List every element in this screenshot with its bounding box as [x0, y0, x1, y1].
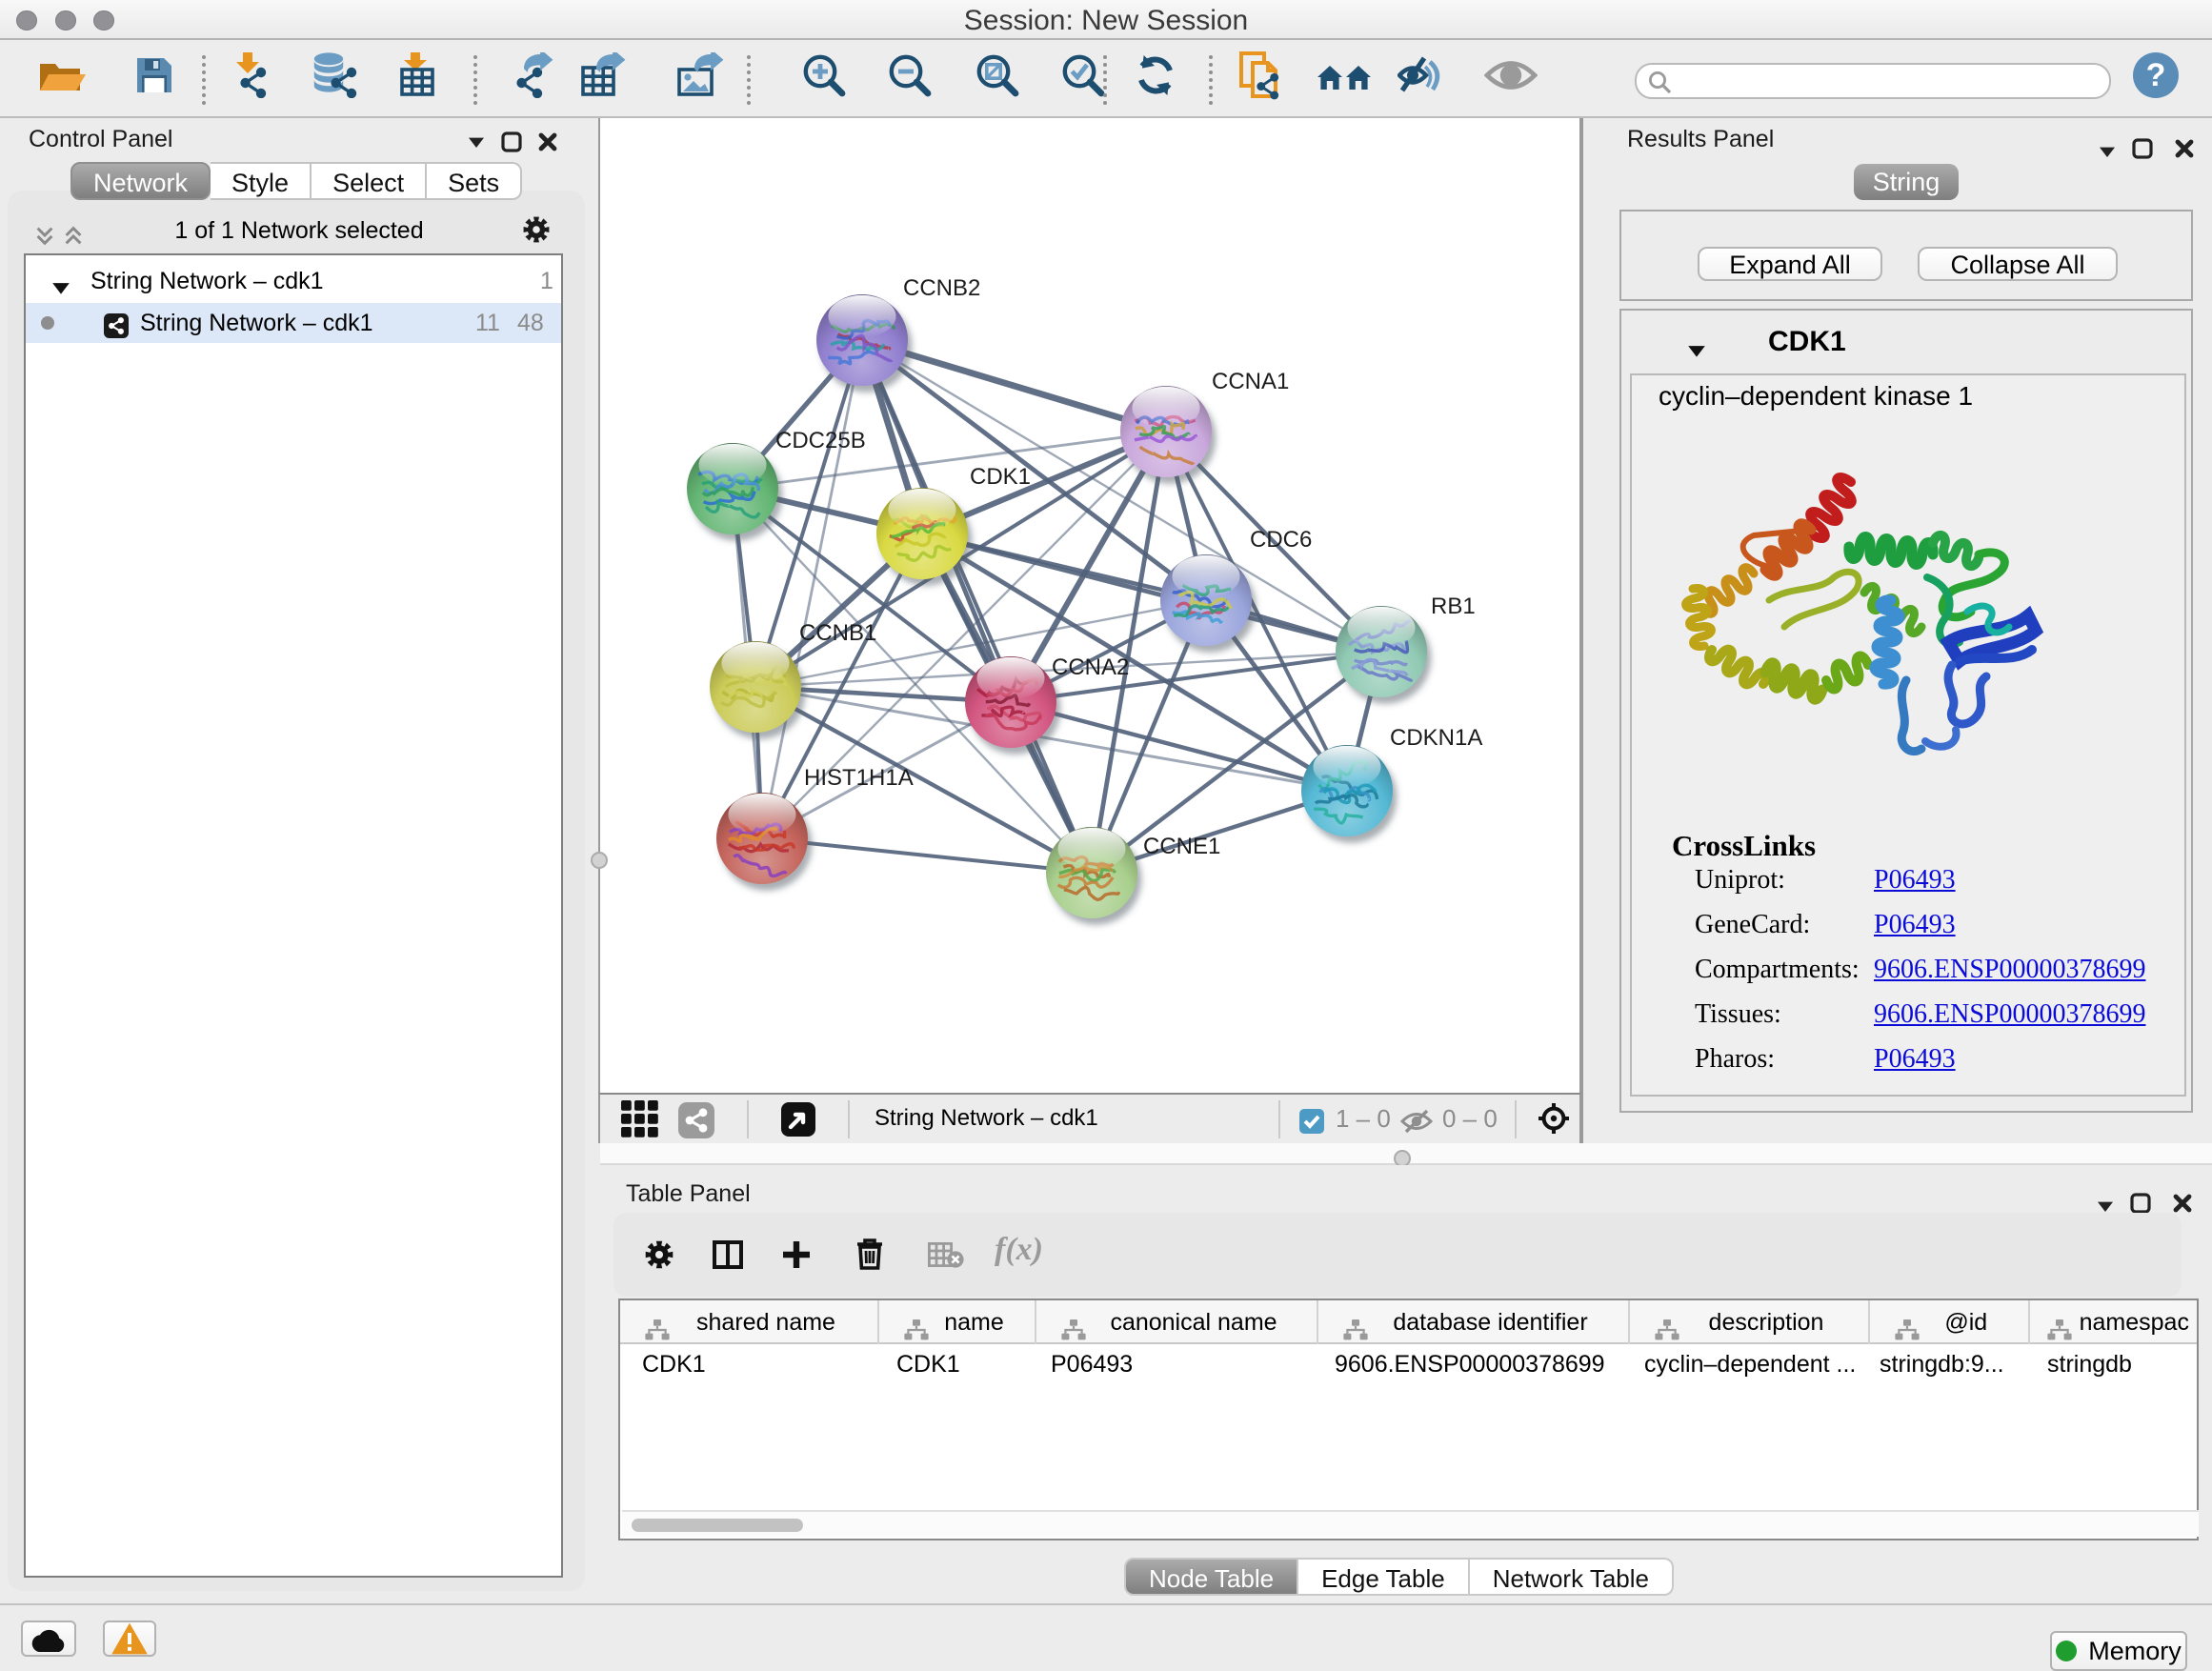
svg-text:CCNA1: CCNA1 — [1212, 369, 1289, 394]
svg-text:?: ? — [2146, 57, 2166, 93]
svg-text:HIST1H1A: HIST1H1A — [804, 765, 914, 791]
svg-text:CDKN1A: CDKN1A — [1390, 725, 1482, 751]
svg-text:CDC25B: CDC25B — [775, 428, 866, 453]
svg-text:CDK1: CDK1 — [970, 464, 1031, 490]
svg-text:CCNE1: CCNE1 — [1143, 834, 1220, 859]
svg-text:CCNA2: CCNA2 — [1052, 654, 1129, 680]
svg-text:CCNB2: CCNB2 — [903, 275, 980, 301]
svg-text:CCNB1: CCNB1 — [799, 620, 876, 646]
svg-text:CDC6: CDC6 — [1250, 527, 1312, 553]
svg-text:RB1: RB1 — [1431, 594, 1476, 619]
